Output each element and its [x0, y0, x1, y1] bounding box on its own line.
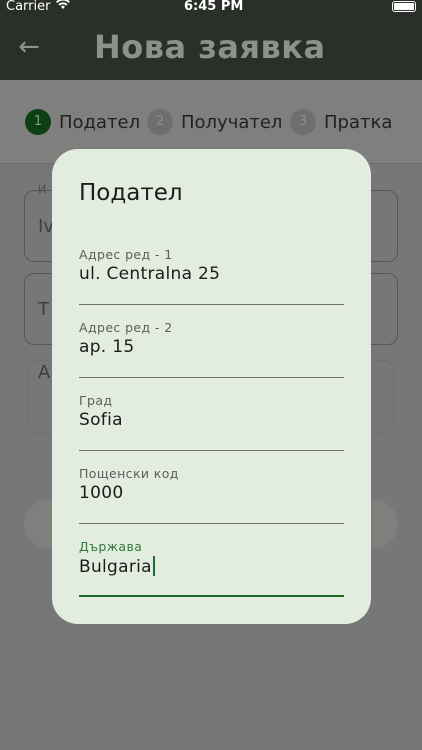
field-label: Адрес ред - 2	[79, 320, 173, 335]
step-number: 2	[147, 109, 173, 135]
country-field[interactable]: Държава Bulgaria	[79, 539, 344, 597]
carrier-label: Carrier	[6, 0, 51, 14]
step-number: 1	[25, 109, 51, 135]
step-number: 3	[290, 109, 316, 135]
arrow-left-icon[interactable]: ←	[14, 32, 44, 62]
field-value: 1000	[79, 483, 124, 503]
address-line-1-field[interactable]: Адрес ред - 1 ul. Centralna 25	[79, 247, 344, 305]
battery-icon	[392, 1, 416, 12]
page-title: Нова заявка	[94, 28, 326, 66]
address-line-2-field[interactable]: Адрес ред - 2 ap. 15	[79, 320, 344, 378]
city-field[interactable]: Град Sofia	[79, 393, 344, 451]
screen: Carrier 6:45 PM ← Нова заявка 1 Подател …	[0, 0, 422, 750]
step-label: Пратка	[324, 111, 393, 133]
field-label: Държава	[79, 539, 143, 554]
field-value-wrapper: Bulgaria	[79, 556, 155, 577]
clock-time: 6:45 PM	[184, 0, 244, 14]
wifi-icon	[55, 0, 71, 13]
step-recipient[interactable]: 2 Получател	[147, 109, 282, 135]
step-label: Получател	[181, 111, 283, 133]
postal-code-field[interactable]: Пощенски код 1000	[79, 466, 344, 524]
field-value: ul. Centralna 25	[79, 264, 221, 284]
field-value: ap. 15	[79, 337, 135, 357]
app-bar: ← Нова заявка	[0, 14, 422, 80]
status-bar: Carrier 6:45 PM	[0, 0, 422, 14]
field-label: Адрес ред - 1	[79, 247, 173, 262]
field-label: Град	[79, 393, 113, 408]
field-value: Bulgaria	[79, 557, 152, 577]
step-sender[interactable]: 1 Подател	[25, 109, 140, 135]
dialog-title: Подател	[79, 180, 183, 206]
background-field-label: И	[38, 183, 47, 196]
background-field-value: Т	[38, 299, 49, 320]
background-field-value: А	[38, 362, 51, 383]
sender-address-dialog: Подател Адрес ред - 1 ul. Centralna 25 А…	[52, 149, 371, 624]
field-label: Пощенски код	[79, 466, 179, 481]
step-shipment[interactable]: 3 Пратка	[290, 109, 392, 135]
text-cursor	[152, 556, 155, 576]
field-value: Sofia	[79, 410, 123, 430]
step-label: Подател	[59, 111, 141, 133]
